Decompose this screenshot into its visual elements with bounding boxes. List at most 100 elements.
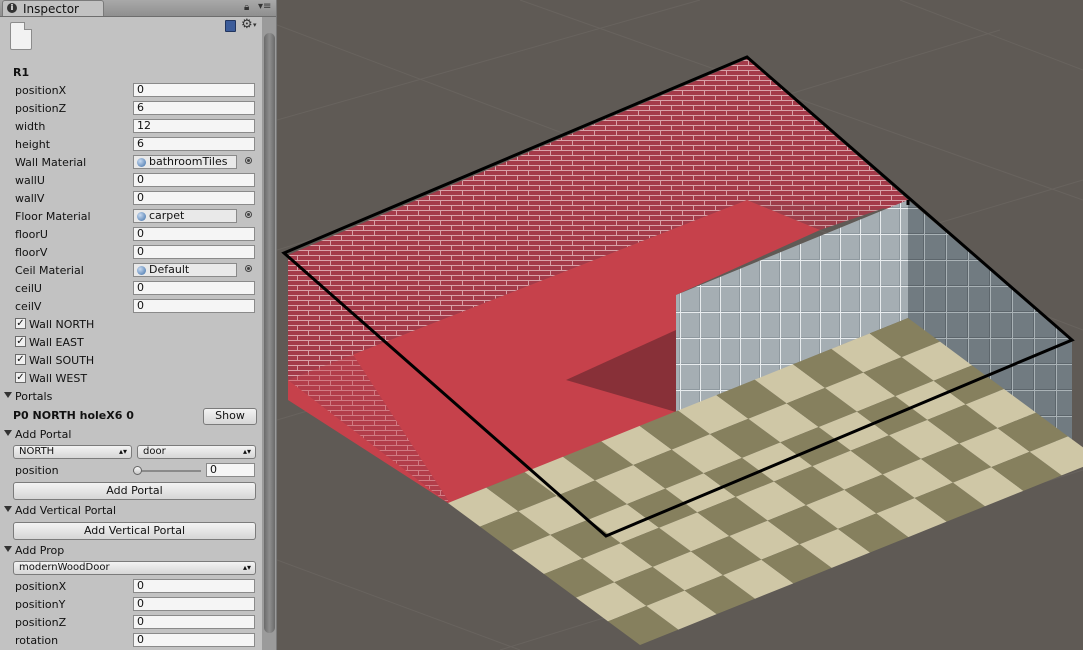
- wall-south-label: Wall SOUTH: [29, 354, 95, 367]
- field-label: ceilV: [15, 300, 42, 313]
- field-row-ceil-material: Ceil Material Default: [0, 262, 262, 280]
- floor-material-value: carpet: [149, 209, 185, 222]
- add-portal-selectors: NORTH ▴▾ door ▴▾: [0, 444, 262, 462]
- lock-icon[interactable]: 🔒︎: [244, 2, 249, 13]
- portal-position-row: position 0: [0, 462, 262, 480]
- checkbox[interactable]: ✓: [15, 318, 26, 329]
- positionx-field[interactable]: 0: [133, 83, 255, 97]
- field-label: floorV: [15, 246, 48, 259]
- prop-rotation-field[interactable]: 0: [133, 633, 255, 647]
- script-file-icon: [10, 22, 32, 50]
- object-picker-icon[interactable]: [245, 211, 252, 218]
- foldout-arrow-icon[interactable]: [4, 506, 12, 512]
- ceilu-field[interactable]: 0: [133, 281, 255, 295]
- object-picker-icon[interactable]: [245, 265, 252, 272]
- add-portal-button-row: Add Portal: [0, 481, 262, 501]
- add-prop-foldout[interactable]: Add Prop: [0, 542, 262, 560]
- scene-view[interactable]: [277, 0, 1083, 650]
- foldout-arrow-icon[interactable]: [4, 392, 12, 398]
- wall-north-toggle[interactable]: ✓ Wall NORTH: [0, 316, 262, 334]
- add-portal-title: Add Portal: [15, 428, 72, 441]
- field-label: ceilU: [15, 282, 42, 295]
- position-slider-track[interactable]: [133, 470, 201, 472]
- object-header: ⚙ ▾: [0, 16, 262, 60]
- add-vertical-portal-foldout[interactable]: Add Vertical Portal: [0, 502, 262, 520]
- portals-title: Portals: [15, 390, 53, 403]
- floorv-field[interactable]: 0: [133, 245, 255, 259]
- wall-south-toggle[interactable]: ✓ Wall SOUTH: [0, 352, 262, 370]
- field-label: wallU: [15, 174, 45, 187]
- material-icon: [137, 158, 146, 167]
- ceil-material-value: Default: [149, 263, 190, 276]
- inspector-tab-label: Inspector: [23, 2, 79, 16]
- prop-selector-row: modernWoodDoor ▴▾: [0, 560, 262, 578]
- foldout-arrow-icon[interactable]: [4, 546, 12, 552]
- field-label: wallV: [15, 192, 45, 205]
- add-vertical-portal-button-row: Add Vertical Portal: [0, 521, 262, 541]
- wall-west-toggle[interactable]: ✓ Wall WEST: [0, 370, 262, 388]
- wall-material-field[interactable]: bathroomTiles: [133, 155, 237, 169]
- add-portal-button[interactable]: Add Portal: [13, 482, 256, 500]
- inspector-scrollbar[interactable]: [262, 17, 276, 650]
- dropdown-arrows-icon: ▴▾: [242, 563, 251, 572]
- ceil-material-field[interactable]: Default: [133, 263, 237, 277]
- chevron-down-icon[interactable]: ▾: [253, 21, 257, 29]
- field-row-prop-positionz: positionZ 0: [0, 614, 262, 632]
- panel-menu-icon[interactable]: ▾≡: [258, 1, 271, 12]
- scene-viewport[interactable]: [277, 0, 1083, 650]
- inspector-tab[interactable]: i Inspector: [2, 0, 104, 16]
- field-row-prop-rotation: rotation 0: [0, 632, 262, 650]
- ceilv-field[interactable]: 0: [133, 299, 255, 313]
- help-book-icon[interactable]: [225, 20, 236, 32]
- position-slider-handle[interactable]: [133, 466, 142, 475]
- field-row-prop-positionx: positionX 0: [0, 578, 262, 596]
- material-icon: [137, 212, 146, 221]
- add-portal-foldout[interactable]: Add Portal: [0, 426, 262, 444]
- field-label: floorU: [15, 228, 48, 241]
- wall-north-label: Wall NORTH: [29, 318, 95, 331]
- field-label: height: [15, 138, 51, 151]
- field-label: positionZ: [15, 102, 67, 115]
- floor-material-field[interactable]: carpet: [133, 209, 237, 223]
- height-field[interactable]: 6: [133, 137, 255, 151]
- info-icon: i: [7, 3, 17, 13]
- field-row-floor-material: Floor Material carpet: [0, 208, 262, 226]
- field-row-positionx: positionX 0: [0, 82, 262, 100]
- field-label: positionX: [15, 580, 67, 593]
- scrollbar-thumb[interactable]: [264, 33, 275, 633]
- direction-dropdown[interactable]: NORTH ▴▾: [13, 445, 132, 459]
- positionz-field[interactable]: 6: [133, 101, 255, 115]
- show-portal-button[interactable]: Show: [203, 408, 257, 425]
- add-vertical-portal-button[interactable]: Add Vertical Portal: [13, 522, 256, 540]
- field-row-wall-material: Wall Material bathroomTiles: [0, 154, 262, 172]
- width-field[interactable]: 12: [133, 119, 255, 133]
- gear-icon[interactable]: ⚙: [241, 17, 253, 32]
- wallv-field[interactable]: 0: [133, 191, 255, 205]
- object-picker-icon[interactable]: [245, 157, 252, 164]
- wall-east-label: Wall EAST: [29, 336, 84, 349]
- wall-east-toggle[interactable]: ✓ Wall EAST: [0, 334, 262, 352]
- checkbox[interactable]: ✓: [15, 354, 26, 365]
- wallu-field[interactable]: 0: [133, 173, 255, 187]
- prop-dropdown[interactable]: modernWoodDoor ▴▾: [13, 561, 256, 575]
- field-row-positionz: positionZ 6: [0, 100, 262, 118]
- field-label: positionX: [15, 84, 67, 97]
- field-row-wallu: wallU 0: [0, 172, 262, 190]
- prop-positionz-field[interactable]: 0: [133, 615, 255, 629]
- position-value-field[interactable]: 0: [206, 463, 255, 477]
- flooru-field[interactable]: 0: [133, 227, 255, 241]
- portals-foldout[interactable]: Portals: [0, 388, 262, 406]
- inspector-panel: i Inspector 🔒︎ ▾≡ ⚙ ▾ R1 positionX 0 pos…: [0, 0, 277, 650]
- prop-positiony-field[interactable]: 0: [133, 597, 255, 611]
- foldout-arrow-icon[interactable]: [4, 430, 12, 436]
- field-row-prop-positiony: positionY 0: [0, 596, 262, 614]
- field-row-ceilv: ceilV 0: [0, 298, 262, 316]
- field-row-wallv: wallV 0: [0, 190, 262, 208]
- portal-type-dropdown[interactable]: door ▴▾: [137, 445, 256, 459]
- object-name: R1: [13, 66, 30, 79]
- field-row-flooru: floorU 0: [0, 226, 262, 244]
- add-prop-title: Add Prop: [15, 544, 65, 557]
- checkbox[interactable]: ✓: [15, 336, 26, 347]
- prop-positionx-field[interactable]: 0: [133, 579, 255, 593]
- checkbox[interactable]: ✓: [15, 372, 26, 383]
